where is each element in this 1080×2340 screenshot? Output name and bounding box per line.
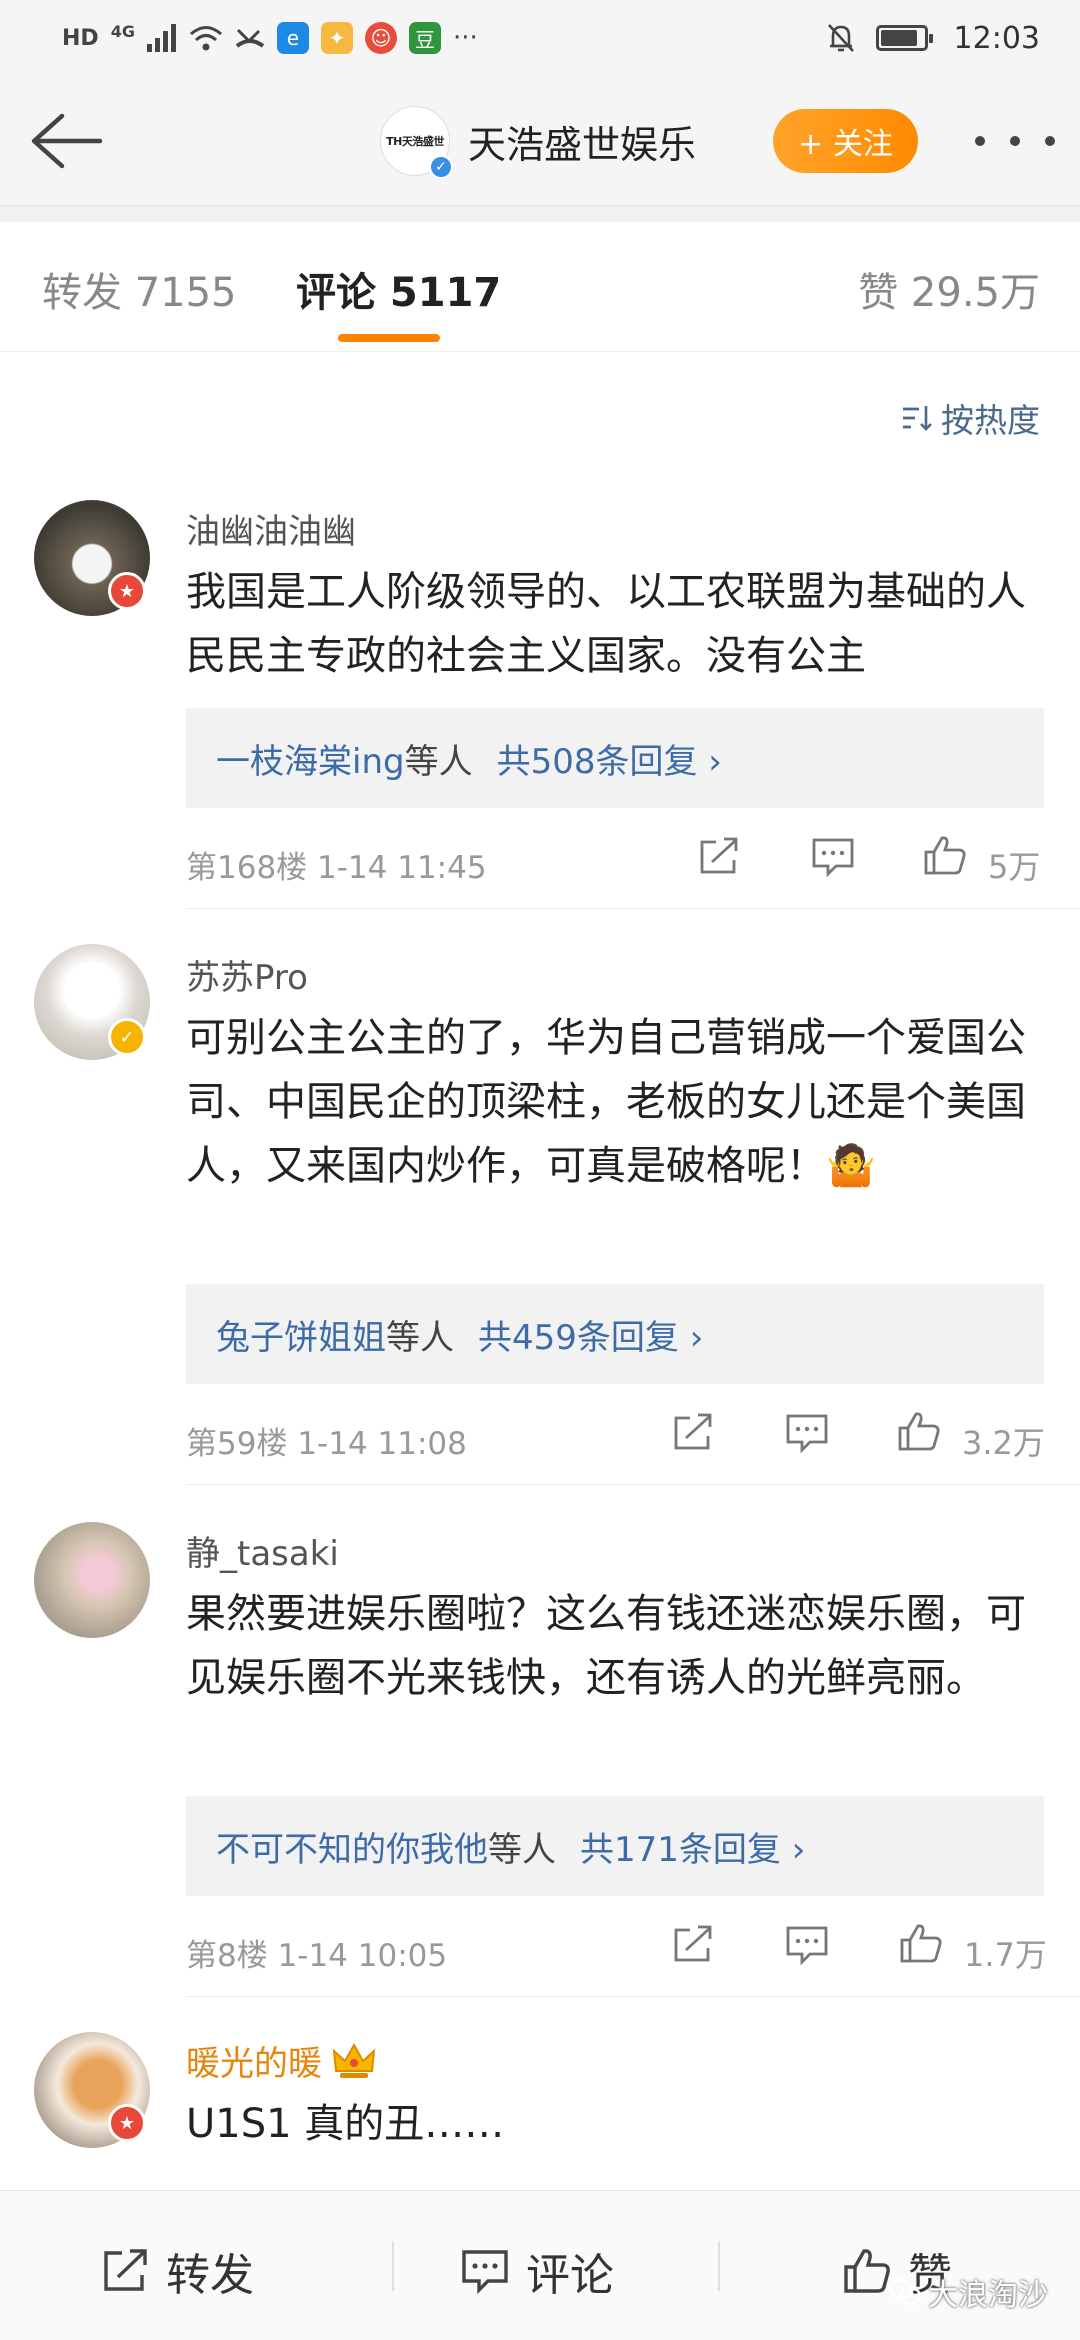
more-dot-icon bbox=[975, 136, 985, 146]
more-dot-icon bbox=[1010, 136, 1020, 146]
comment-label: 评论 bbox=[526, 2250, 614, 2301]
watermark-text: 大浪淘沙 bbox=[928, 2278, 1048, 2313]
hd-indicator: HD bbox=[62, 25, 99, 51]
back-arrow-icon bbox=[31, 113, 103, 169]
vip-badge-icon: ★ bbox=[108, 572, 146, 610]
like-count: 1.7万 bbox=[964, 1936, 1047, 1974]
reply-count[interactable]: 共459条回复 › bbox=[478, 1310, 703, 1359]
comment-icon[interactable] bbox=[784, 1924, 830, 1966]
battery-icon bbox=[875, 25, 933, 51]
comment-meta: 第8楼 1-14 10:05 bbox=[186, 1938, 448, 1974]
back-button[interactable] bbox=[26, 106, 106, 176]
comment-username[interactable]: 静_tasaki bbox=[186, 1526, 339, 1575]
like-icon[interactable] bbox=[896, 1410, 942, 1452]
vip-badge-icon: ★ bbox=[108, 2104, 146, 2142]
bulb-app-icon: ✦ bbox=[320, 22, 353, 54]
reply-count[interactable]: 共171条回复 › bbox=[580, 1822, 805, 1871]
signal-icon bbox=[146, 24, 176, 52]
share-icon[interactable] bbox=[670, 1412, 716, 1454]
avatar[interactable] bbox=[34, 1522, 150, 1638]
more-dot-icon bbox=[1045, 136, 1055, 146]
divider bbox=[186, 1996, 1080, 1997]
comment-text: 可别公主公主的了，华为自己营销成一个爱国公司、中国民企的顶梁柱，老板的女儿还是个… bbox=[186, 1015, 1026, 1189]
share-icon[interactable] bbox=[696, 836, 742, 878]
comment-username[interactable]: 苏苏Pro bbox=[186, 950, 308, 999]
like-icon[interactable] bbox=[898, 1922, 944, 1964]
repost-icon bbox=[104, 2249, 147, 2291]
sort-icon bbox=[903, 406, 932, 431]
comment-text: 果然要进娱乐圈啦？这么有钱还迷恋娱乐圈，可见娱乐圈不光来钱快，还有诱人的光鲜亮丽… bbox=[186, 1591, 1026, 1701]
comment-button[interactable]: 评论 bbox=[460, 2239, 614, 2303]
tab-likes[interactable]: 赞 29.5万 bbox=[858, 260, 1040, 318]
more-notifications-icon: ··· bbox=[452, 23, 478, 53]
comment-username-text: 暖光的暖 bbox=[186, 2044, 322, 2084]
douban-app-icon: 豆 bbox=[408, 22, 441, 54]
replies-summary[interactable]: 兔子饼姐姐 等人 共459条回复 › bbox=[186, 1284, 1044, 1384]
replies-summary[interactable]: 不可不知的你我他 等人 共171条回复 › bbox=[186, 1796, 1044, 1896]
comment-icon[interactable] bbox=[810, 836, 856, 878]
comment-username[interactable]: 油幽油油幽 bbox=[186, 504, 356, 553]
nav-header: TH天浩盛世 ✓ 天浩盛世娱乐 + 关注 bbox=[0, 76, 1080, 206]
sort-label: 按热度 bbox=[941, 401, 1040, 440]
comment-meta: 第59楼 1-14 11:08 bbox=[186, 1426, 467, 1462]
clock: 12:03 bbox=[953, 20, 1040, 56]
reply-count[interactable]: 共508条回复 › bbox=[497, 734, 722, 783]
active-tab-indicator bbox=[338, 334, 440, 342]
comment-text: U1S1 真的丑…… bbox=[186, 2101, 505, 2147]
share-icon[interactable] bbox=[670, 1924, 716, 1966]
divider bbox=[186, 1484, 1080, 1485]
reply-user[interactable]: 兔子饼姐姐 bbox=[216, 1310, 386, 1359]
comment-username[interactable]: 暖光的暖 bbox=[186, 2036, 376, 2085]
red-face-app-icon: ☺ bbox=[364, 22, 397, 54]
like-icon bbox=[844, 2249, 890, 2293]
reply-suffix: 等人 bbox=[488, 1829, 556, 1870]
like-count: 5万 bbox=[988, 848, 1041, 886]
verified-badge-icon: ✓ bbox=[108, 1018, 146, 1056]
more-options-button[interactable] bbox=[975, 116, 1055, 166]
account-name[interactable]: 天浩盛世娱乐 bbox=[468, 114, 696, 169]
separator bbox=[392, 2241, 394, 2291]
tab-comments[interactable]: 评论 5117 bbox=[296, 260, 501, 318]
reply-user[interactable]: 一枝海棠ing bbox=[216, 734, 405, 783]
sort-by-hot-button[interactable]: 按热度 bbox=[901, 394, 1040, 442]
follow-button[interactable]: + 关注 bbox=[773, 109, 918, 173]
repost-label: 转发 bbox=[166, 2250, 254, 2301]
separator bbox=[718, 2241, 720, 2291]
verified-icon: ✓ bbox=[429, 155, 453, 179]
reply-suffix: 等人 bbox=[386, 1317, 454, 1358]
replies-summary[interactable]: 一枝海棠ing 等人 共508条回复 › bbox=[186, 708, 1044, 808]
missed-call-icon bbox=[235, 28, 265, 48]
reply-suffix: 等人 bbox=[404, 741, 473, 782]
repost-button[interactable]: 转发 bbox=[100, 2239, 254, 2303]
comment-meta: 第168楼 1-14 11:45 bbox=[186, 850, 487, 886]
status-bar: HD 4G e ✦ ☺ 豆 ··· 12:03 bbox=[0, 0, 1080, 76]
crown-icon bbox=[332, 2042, 376, 2078]
comment-icon[interactable] bbox=[784, 1412, 830, 1454]
reply-user[interactable]: 不可不知的你我他 bbox=[216, 1822, 488, 1871]
bottom-action-bar: 转发 评论 赞 bbox=[0, 2190, 1080, 2340]
bell-muted-icon bbox=[827, 24, 854, 52]
comment-text: 我国是工人阶级领导的、以工农联盟为基础的人民民主专政的社会主义国家。没有公主 bbox=[186, 569, 1026, 679]
watermark: 大浪淘沙 bbox=[888, 2270, 1048, 2314]
tab-reposts[interactable]: 转发 7155 bbox=[42, 260, 237, 318]
tab-bar: 转发 7155 评论 5117 赞 29.5万 bbox=[0, 222, 1080, 352]
divider bbox=[186, 908, 1080, 909]
comment-icon bbox=[462, 2250, 508, 2295]
account-avatar-logo: TH天浩盛世 bbox=[386, 135, 444, 148]
wechat-icon bbox=[888, 2278, 922, 2306]
browser-app-icon: e bbox=[276, 22, 309, 54]
like-count: 3.2万 bbox=[962, 1424, 1045, 1462]
account-info[interactable]: TH天浩盛世 ✓ 天浩盛世娱乐 bbox=[380, 106, 696, 179]
wifi-icon bbox=[189, 26, 222, 51]
account-avatar[interactable]: TH天浩盛世 ✓ bbox=[380, 106, 453, 179]
network-indicator: 4G bbox=[110, 21, 135, 41]
like-icon[interactable] bbox=[922, 834, 968, 876]
section-gap bbox=[0, 206, 1080, 222]
